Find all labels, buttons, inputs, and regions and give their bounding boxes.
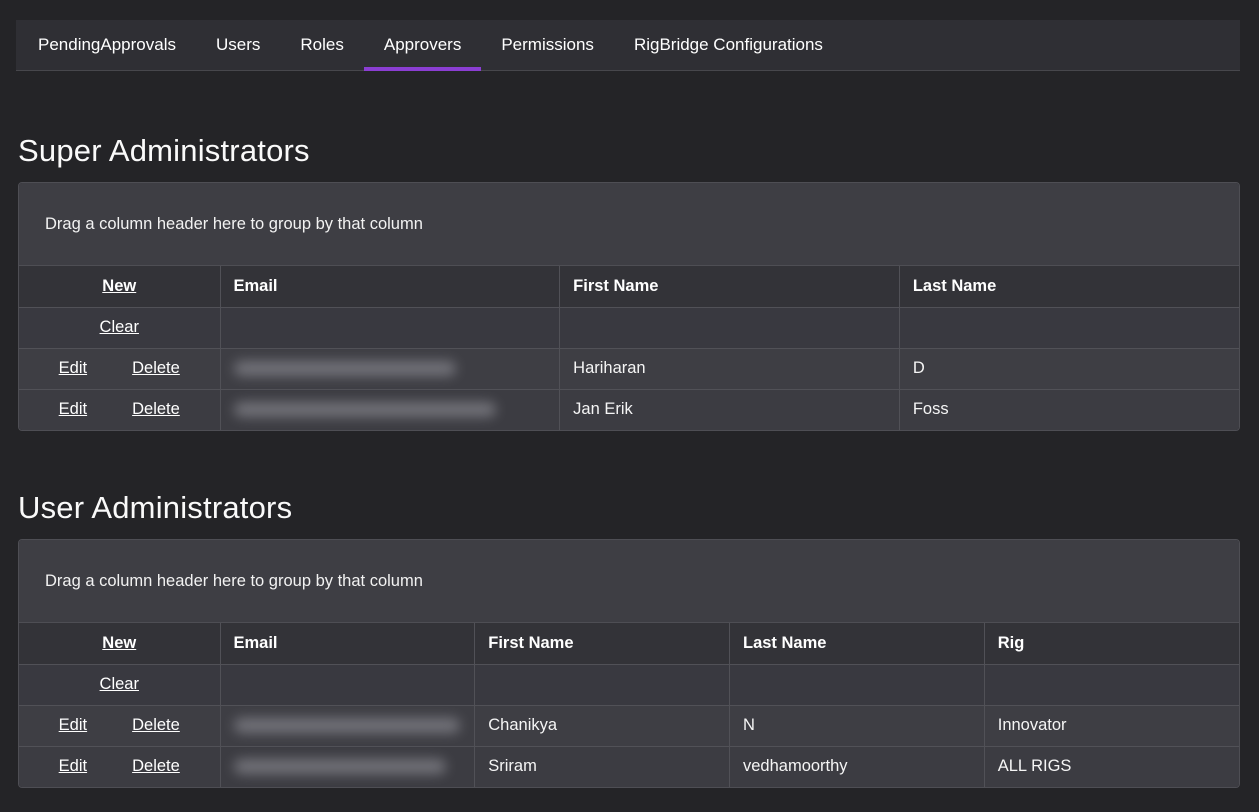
new-row-link[interactable]: New <box>102 634 136 652</box>
edit-row-link[interactable]: Edit <box>59 400 87 419</box>
data-cell: vedhamoorthy <box>730 746 985 787</box>
filter-cell-first-name[interactable] <box>475 664 730 705</box>
column-header-first-name[interactable]: First Name <box>560 266 900 307</box>
data-cell: Hariharan <box>560 348 900 389</box>
data-cell: N <box>730 705 985 746</box>
table-row: Edit Delete SriramvedhamoorthyALL RIGS <box>19 746 1239 787</box>
tab-users[interactable]: Users <box>196 20 280 70</box>
data-cell: Chanikya <box>475 705 730 746</box>
row-actions-cell: Edit Delete <box>19 389 220 430</box>
column-header-rig[interactable]: Rig <box>984 623 1239 664</box>
clear-filter-link[interactable]: Clear <box>100 675 139 693</box>
filter-row: Clear <box>19 307 1239 348</box>
data-cell: Foss <box>899 389 1239 430</box>
action-header-cell: New <box>19 266 220 307</box>
delete-row-link[interactable]: Delete <box>132 757 180 776</box>
new-row-link[interactable]: New <box>102 277 136 295</box>
table-row: Edit Delete HariharanD <box>19 348 1239 389</box>
group-by-panel[interactable]: Drag a column header here to group by th… <box>19 183 1239 266</box>
email-cell <box>220 746 475 787</box>
action-header-cell: New <box>19 623 220 664</box>
admin-section: User Administrators Drag a column header … <box>18 431 1240 788</box>
table-row: Edit Delete Jan ErikFoss <box>19 389 1239 430</box>
header-row: New EmailFirst NameLast NameRig <box>19 623 1239 664</box>
table-row: Edit Delete ChanikyaNInnovator <box>19 705 1239 746</box>
section-title: User Administrators <box>18 431 1240 526</box>
delete-row-link[interactable]: Delete <box>132 716 180 735</box>
section-title: Super Administrators <box>18 71 1240 169</box>
tab-pendingapprovals[interactable]: PendingApprovals <box>18 20 196 70</box>
edit-row-link[interactable]: Edit <box>59 359 87 378</box>
row-actions-cell: Edit Delete <box>19 746 220 787</box>
header-row: New EmailFirst NameLast Name <box>19 266 1239 307</box>
email-cell <box>220 348 560 389</box>
data-cell: Sriram <box>475 746 730 787</box>
filter-action-cell: Clear <box>19 664 220 705</box>
group-by-panel[interactable]: Drag a column header here to group by th… <box>19 540 1239 623</box>
data-cell: Innovator <box>984 705 1239 746</box>
data-grid: Drag a column header here to group by th… <box>18 539 1240 788</box>
top-nav: PendingApprovalsUsersRolesApproversPermi… <box>16 20 1240 71</box>
redacted-email <box>234 402 496 417</box>
group-by-hint: Drag a column header here to group by th… <box>45 572 423 591</box>
data-cell: D <box>899 348 1239 389</box>
email-cell <box>220 705 475 746</box>
filter-action-cell: Clear <box>19 307 220 348</box>
column-header-email[interactable]: Email <box>220 623 475 664</box>
admin-section: Super Administrators Drag a column header… <box>18 71 1240 431</box>
row-actions-cell: Edit Delete <box>19 348 220 389</box>
redacted-email <box>234 361 456 376</box>
delete-row-link[interactable]: Delete <box>132 359 180 378</box>
grid-table: New EmailFirst NameLast Name Clear Edit Dele… <box>19 266 1239 430</box>
data-grid: Drag a column header here to group by th… <box>18 182 1240 431</box>
filter-cell-email[interactable] <box>220 307 560 348</box>
tab-permissions[interactable]: Permissions <box>481 20 614 70</box>
edit-row-link[interactable]: Edit <box>59 716 87 735</box>
data-cell: ALL RIGS <box>984 746 1239 787</box>
clear-filter-link[interactable]: Clear <box>100 318 139 336</box>
column-header-last-name[interactable]: Last Name <box>730 623 985 664</box>
filter-cell-first-name[interactable] <box>560 307 900 348</box>
tab-roles[interactable]: Roles <box>280 20 363 70</box>
filter-cell-last-name[interactable] <box>730 664 985 705</box>
row-actions-cell: Edit Delete <box>19 705 220 746</box>
email-cell <box>220 389 560 430</box>
edit-row-link[interactable]: Edit <box>59 757 87 776</box>
filter-cell-email[interactable] <box>220 664 475 705</box>
filter-row: Clear <box>19 664 1239 705</box>
group-by-hint: Drag a column header here to group by th… <box>45 215 423 234</box>
content: Super Administrators Drag a column header… <box>18 71 1240 788</box>
delete-row-link[interactable]: Delete <box>132 400 180 419</box>
filter-cell-last-name[interactable] <box>899 307 1239 348</box>
data-cell: Jan Erik <box>560 389 900 430</box>
column-header-email[interactable]: Email <box>220 266 560 307</box>
tab-approvers[interactable]: Approvers <box>364 20 481 70</box>
redacted-email <box>234 759 446 774</box>
filter-cell-rig[interactable] <box>984 664 1239 705</box>
grid-table: New EmailFirst NameLast NameRig Clear Edit D… <box>19 623 1239 787</box>
column-header-first-name[interactable]: First Name <box>475 623 730 664</box>
redacted-email <box>234 718 460 733</box>
tab-rigbridge-configurations[interactable]: RigBridge Configurations <box>614 20 843 70</box>
column-header-last-name[interactable]: Last Name <box>899 266 1239 307</box>
